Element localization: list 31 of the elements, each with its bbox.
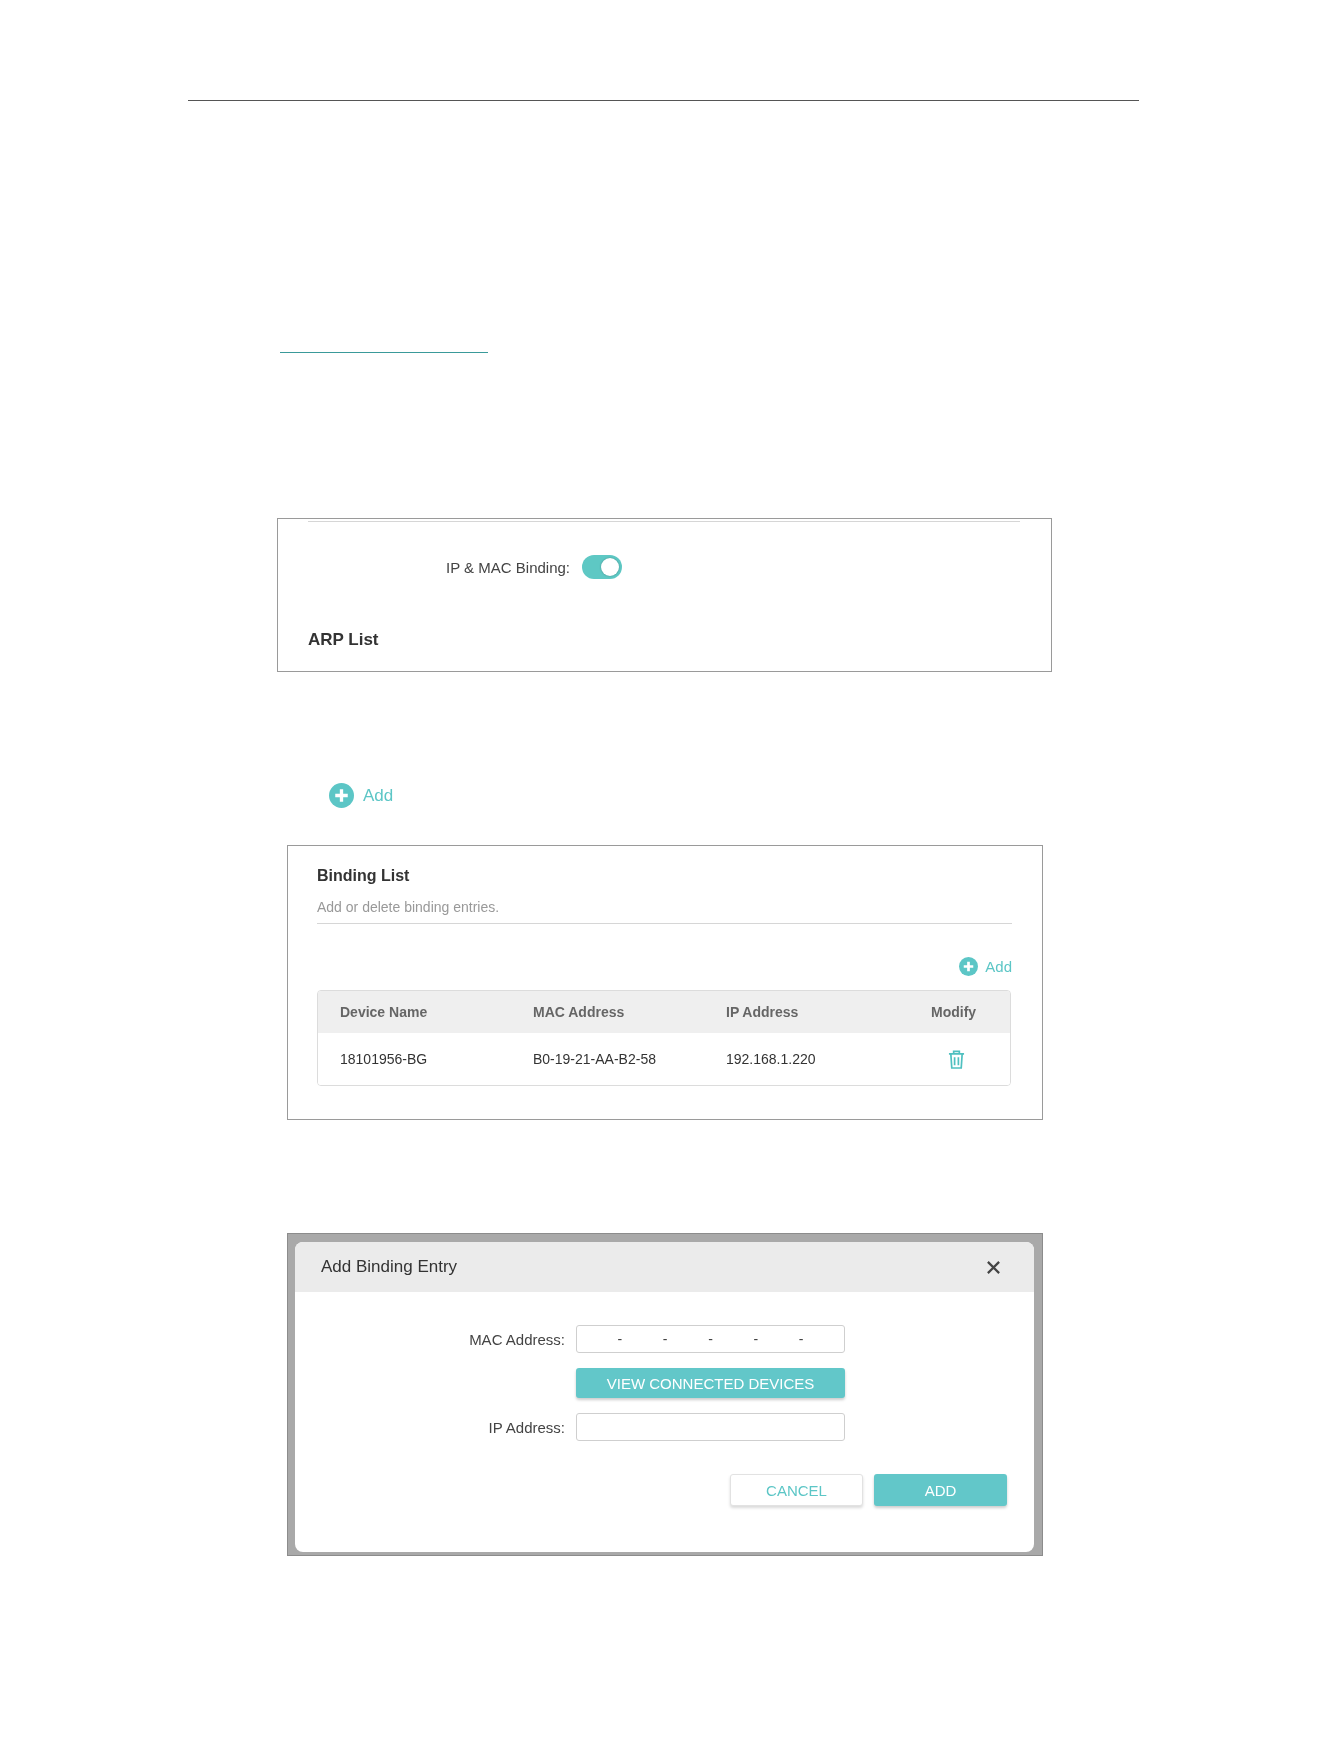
mac-separator: - — [617, 1331, 623, 1347]
close-icon[interactable] — [986, 1259, 1001, 1275]
table-cell-text: B0-19-21-AA-B2-58 — [533, 1051, 657, 1067]
ip-address-field[interactable] — [576, 1413, 845, 1441]
table-cell-text: 18101956-BG — [340, 1051, 429, 1067]
column-header: MAC Address — [533, 1004, 626, 1020]
binding-label: IP & MAC Binding: — [445, 558, 570, 576]
column-header: Modify — [931, 1004, 978, 1020]
column-header: IP Address — [726, 1004, 800, 1020]
plus-circle-icon — [959, 957, 979, 976]
add-button[interactable]: ADD — [874, 1474, 1007, 1506]
view-devices-button[interactable]: VIEW CONNECTED DEVICES — [576, 1368, 845, 1398]
column-header: Device Name — [340, 1004, 429, 1020]
toggle-switch[interactable] — [582, 555, 622, 579]
mac-separator: - — [798, 1331, 804, 1347]
dialog-title: Add Binding Entry — [321, 1257, 458, 1277]
mac-separator: - — [708, 1331, 713, 1347]
cancel-button[interactable]: CANCEL — [730, 1474, 863, 1506]
section-title: Binding List — [317, 867, 411, 885]
plus-circle-icon — [329, 783, 354, 808]
mac-separator: - — [753, 1331, 759, 1347]
table-cell-text: 192.168.1.220 — [726, 1051, 817, 1067]
field-label: MAC Address: — [468, 1330, 565, 1348]
trash-icon[interactable] — [947, 1049, 965, 1069]
add-link[interactable]: Add — [329, 783, 394, 808]
add-link[interactable]: Add — [959, 957, 1012, 976]
section-description: Add or delete binding entries. — [317, 899, 501, 915]
field-label: IP Address: — [487, 1418, 565, 1436]
mac-address-field[interactable]: - - - - - — [576, 1325, 845, 1353]
section-title: ARP List — [308, 630, 380, 650]
mac-separator: - — [662, 1331, 668, 1347]
